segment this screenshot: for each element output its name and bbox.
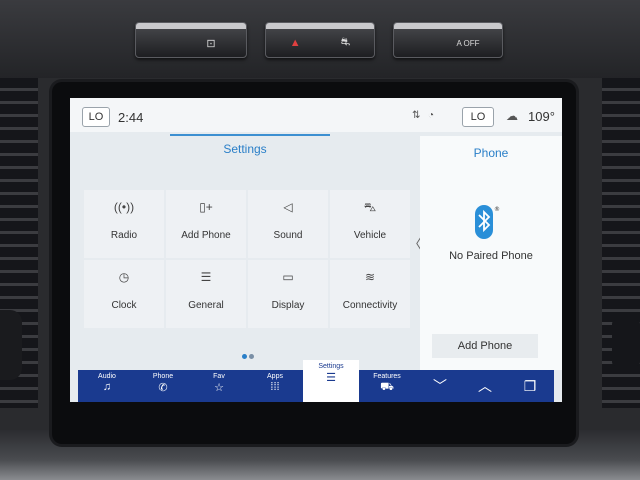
phone-panel-title: Phone [473, 146, 509, 160]
status-bar: LO 2:44 ⇅ ◔ LO ☁ 109° [70, 98, 562, 132]
settings-tile-radio[interactable]: ((•)) Radio [84, 190, 164, 258]
nav-label: Apps [267, 373, 283, 380]
settings-tile-add-phone[interactable]: ▯+ Add Phone [166, 190, 246, 258]
settings-tile-connectivity[interactable]: ≋ Connectivity [330, 260, 410, 328]
wifi-icon: ◔ [428, 110, 435, 121]
weather-icon: ☁ [506, 109, 518, 123]
nav-apps[interactable]: Apps ⁞⁞⁞ [247, 370, 303, 402]
left-knob[interactable] [0, 310, 22, 380]
climate-lo-right[interactable]: LO [462, 107, 494, 127]
radio-icon: ((•)) [113, 200, 135, 214]
no-paired-phone-text: No Paired Phone [449, 250, 533, 262]
auto-start-stop-button[interactable]: A OFF [393, 22, 503, 58]
settings-icon: ☰ [326, 372, 336, 384]
phone-panel: Phone ® No Paired Phone Add Phone [420, 136, 562, 370]
settings-tile-label: Clock [111, 300, 137, 311]
clock-icon: ◷ [118, 270, 130, 284]
nav-label: Phone [152, 373, 174, 380]
audio-icon: ♫ [102, 381, 112, 393]
clock-time: 2:44 [118, 110, 144, 125]
settings-tile-vehicle[interactable]: ⛍ Vehicle [330, 190, 410, 258]
add-phone-icon: ▯+ [199, 200, 213, 214]
settings-tile-label: General [188, 300, 224, 311]
layers-icon[interactable]: ❐ [508, 370, 552, 402]
settings-tile-label: Add Phone [181, 230, 231, 241]
settings-tab-indicator [170, 134, 330, 136]
infotainment-screen: LO 2:44 ⇅ ◔ LO ☁ 109° Settings ((•)) Radi… [70, 98, 562, 402]
apps-icon: ⁞⁞⁞ [270, 381, 280, 393]
auto-stop-off-icon: A OFF [456, 38, 480, 48]
camera-icon: ⊡ [206, 37, 216, 50]
page-indicator [242, 346, 256, 364]
settings-tile-label: Display [271, 300, 305, 311]
chevron-up-icon[interactable]: ︿ [463, 370, 507, 402]
general-icon: ☰ [200, 270, 212, 284]
settings-tile-clock[interactable]: ◷ Clock [84, 260, 164, 328]
rear-camera-button[interactable]: ⊡ [135, 22, 247, 58]
settings-tile-general[interactable]: ☰ General [166, 260, 246, 328]
svg-text:®: ® [494, 206, 500, 213]
settings-tile-display[interactable]: ▭ Display [248, 260, 328, 328]
settings-tile-sound[interactable]: ◁ Sound [248, 190, 328, 258]
traction-icon: ⛐ [340, 36, 351, 48]
vehicle-icon: ⛍ [363, 200, 377, 214]
right-knob[interactable] [612, 320, 640, 366]
nav-audio[interactable]: Audio ♫ [79, 370, 135, 402]
page-dot[interactable] [242, 354, 247, 359]
nav-fav[interactable]: Fav ☆ [191, 370, 247, 402]
hazard-button[interactable]: ▲ ⛐ [265, 22, 375, 58]
add-phone-button[interactable]: Add Phone [432, 334, 538, 358]
settings-title: Settings [223, 142, 267, 156]
fav-icon: ☆ [214, 382, 224, 394]
settings-tile-label: Vehicle [353, 230, 387, 241]
settings-grid: ((•)) Radio ▯+ Add Phone ◁ Sound ⛍ Vehicle ◷ Cloc… [84, 190, 412, 328]
climate-lo-left[interactable]: LO [82, 107, 110, 127]
hazard-icon: ▲ [289, 37, 301, 49]
bluetooth-icon: ® [475, 205, 500, 239]
chevron-down-icon[interactable]: ﹀ [418, 370, 462, 402]
nav-settings[interactable]: Settings ☰ [303, 360, 359, 402]
nav-phone[interactable]: Phone ✆ [135, 370, 191, 402]
data-transfer-icon: ⇅ [412, 110, 421, 121]
nav-label: Features [373, 373, 401, 380]
page-dot[interactable] [249, 354, 254, 359]
connectivity-icon: ≋ [364, 270, 376, 284]
nav-label: Settings [318, 363, 344, 370]
outside-temperature: 109° [528, 109, 555, 124]
settings-tile-label: Sound [273, 230, 303, 241]
phone-icon: ✆ [158, 382, 168, 394]
nav-label: Audio [98, 373, 116, 380]
bottom-nav-bar: Audio ♫ Phone ✆ Fav ☆ Apps ⁞⁞⁞ Settings ☰ Features… [78, 360, 554, 402]
settings-tile-label: Connectivity [342, 300, 398, 311]
display-icon: ▭ [282, 270, 294, 284]
sound-icon: ◁ [283, 200, 293, 214]
features-icon: ⛟ [380, 381, 394, 393]
nav-features[interactable]: Features ⛟ [359, 370, 415, 402]
settings-tile-label: Radio [110, 230, 138, 241]
nav-label: Fav [213, 373, 225, 380]
